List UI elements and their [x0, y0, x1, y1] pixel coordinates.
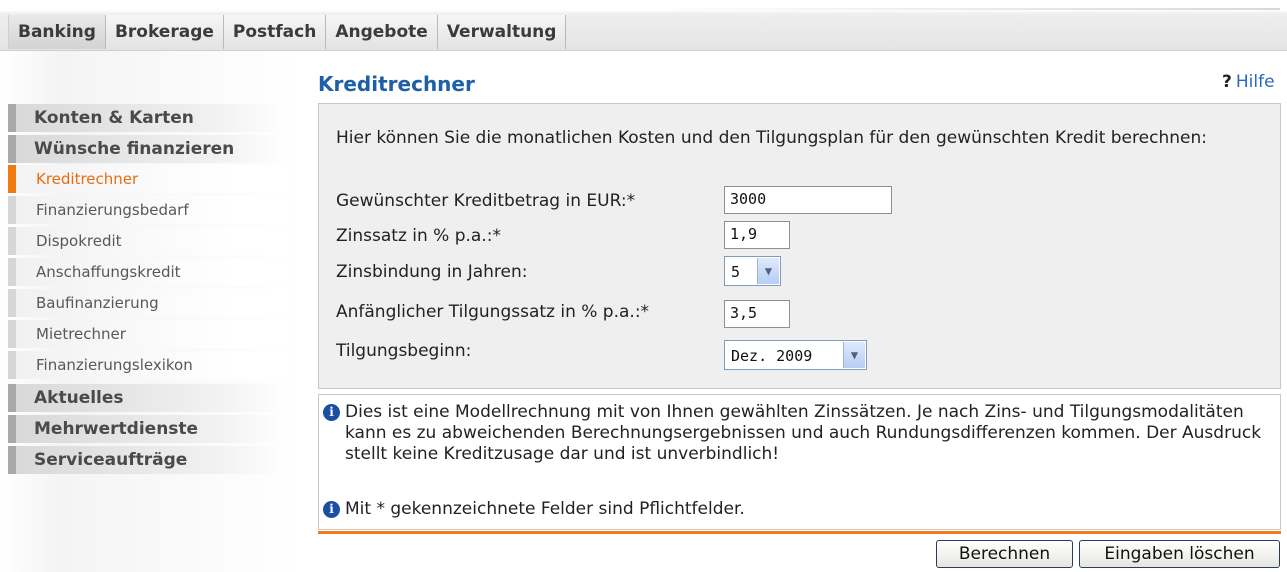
- info-required-text: Mit * gekennzeichnete Felder sind Pflich…: [345, 499, 745, 519]
- sidebar-item-finanzierungslexikon[interactable]: Finanzierungslexikon: [8, 351, 288, 379]
- sidebar: Konten & Karten Wünsche finanzieren Kred…: [0, 51, 300, 572]
- help-link[interactable]: ? Hilfe: [1222, 72, 1275, 92]
- intro-text: Hier können Sie die monatlichen Kosten u…: [336, 128, 1207, 148]
- info-box: i Dies ist eine Modellrechnung mit von I…: [318, 394, 1281, 530]
- sidebar-aktuelles[interactable]: Aktuelles: [8, 384, 288, 412]
- sidebar-mehrwertdienste[interactable]: Mehrwertdienste: [8, 415, 288, 443]
- main-tabs: Banking Brokerage Postfach Angebote Verw…: [8, 15, 567, 49]
- help-label: Hilfe: [1235, 72, 1275, 92]
- info-model-text: Dies ist eine Modellrechnung mit von Ihn…: [345, 402, 1262, 464]
- top-decoration-line: [640, 8, 1280, 10]
- chevron-down-icon: ▼: [843, 342, 865, 368]
- divider: [318, 531, 1281, 534]
- tilgungsbeginn-value: Dez. 2009: [731, 347, 813, 365]
- berechnen-button[interactable]: Berechnen: [936, 540, 1073, 568]
- tab-postfach[interactable]: Postfach: [223, 15, 327, 49]
- calculator-form: Hier können Sie die monatlichen Kosten u…: [318, 103, 1281, 389]
- page-title: Kreditrechner: [318, 72, 475, 96]
- tilgungssatz-label: Anfänglicher Tilgungssatz in % p.a.:*: [336, 302, 650, 322]
- info-line-model: i Dies ist eine Modellrechnung mit von I…: [323, 402, 1261, 490]
- zinsbindung-value: 5: [731, 263, 741, 281]
- sidebar-item-finanzierungsbedarf[interactable]: Finanzierungsbedarf: [8, 196, 288, 224]
- sidebar-item-anschaffungskredit[interactable]: Anschaffungskredit: [8, 258, 288, 286]
- sidebar-item-dispokredit[interactable]: Dispokredit: [8, 227, 288, 255]
- info-icon: i: [323, 501, 340, 518]
- kreditbetrag-label: Gewünschter Kreditbetrag in EUR:*: [336, 191, 636, 211]
- eingaben-loeschen-button[interactable]: Eingaben löschen: [1079, 540, 1280, 568]
- tab-verwaltung[interactable]: Verwaltung: [437, 15, 567, 49]
- sidebar-item-baufinanzierung[interactable]: Baufinanzierung: [8, 289, 288, 317]
- top-navigation: Banking Brokerage Postfach Angebote Verw…: [0, 0, 1287, 51]
- info-icon: i: [323, 404, 340, 421]
- sidebar-item-mietrechner[interactable]: Mietrechner: [8, 320, 288, 348]
- zinssatz-label: Zinssatz in % p.a.:*: [336, 226, 501, 246]
- zinssatz-input[interactable]: 1,9: [724, 221, 790, 249]
- tab-angebote[interactable]: Angebote: [326, 15, 438, 49]
- tilgungssatz-input[interactable]: 3,5: [724, 300, 790, 328]
- zinsbindung-label: Zinsbindung in Jahren:: [336, 262, 528, 282]
- sidebar-serviceauftraege[interactable]: Serviceaufträge: [8, 446, 288, 474]
- sidebar-wuensche-finanzieren[interactable]: Wünsche finanzieren: [8, 135, 288, 163]
- tilgungsbeginn-select[interactable]: Dez. 2009 ▼: [724, 340, 867, 370]
- tab-banking[interactable]: Banking: [8, 15, 106, 49]
- sidebar-item-kreditrechner[interactable]: Kreditrechner: [8, 165, 288, 193]
- kreditbetrag-input[interactable]: 3000: [724, 186, 892, 214]
- info-line-required: i Mit * gekennzeichnete Felder sind Pfli…: [323, 499, 745, 521]
- tilgungsbeginn-label: Tilgungsbeginn:: [336, 341, 472, 361]
- tab-brokerage[interactable]: Brokerage: [105, 15, 224, 49]
- zinsbindung-select[interactable]: 5 ▼: [724, 256, 781, 286]
- chevron-down-icon: ▼: [757, 258, 779, 284]
- help-icon: ?: [1222, 72, 1232, 92]
- sidebar-konten-karten[interactable]: Konten & Karten: [8, 104, 288, 132]
